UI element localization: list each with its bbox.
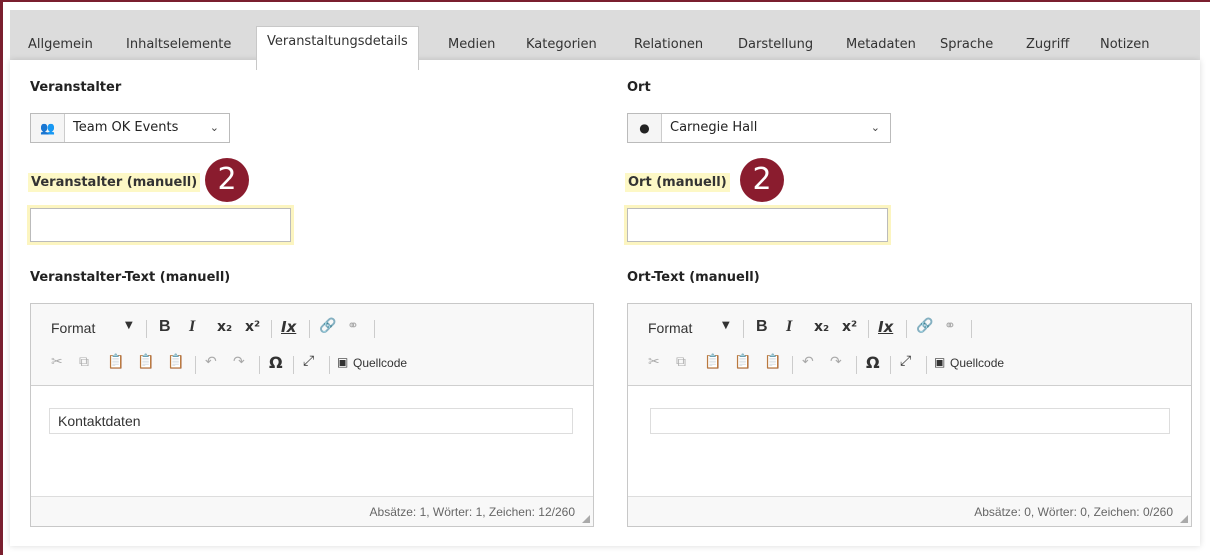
bold-button[interactable]: B	[159, 318, 171, 336]
special-char-button[interactable]: Ω	[269, 353, 283, 372]
subscript-button[interactable]: x₂	[814, 319, 829, 335]
paste-text-icon[interactable]: 📋	[734, 354, 751, 370]
veranstalter-text-editor[interactable]: Format ▼ B I x₂ x² Ix 🔗 ⚭ ✂ ⧉ 📋 📋 📋 ↶ ↷ …	[30, 303, 594, 527]
editor-statusbar: Absätze: 0, Wörter: 0, Zeichen: 0/260	[628, 496, 1191, 526]
subscript-button[interactable]: x₂	[217, 319, 232, 335]
word-count: Absätze: 1, Wörter: 1, Zeichen: 12/260	[369, 505, 575, 519]
format-dropdown[interactable]: Format	[648, 320, 692, 336]
editor-statusbar: Absätze: 1, Wörter: 1, Zeichen: 12/260	[31, 496, 593, 526]
resize-handle[interactable]	[1180, 515, 1188, 523]
bold-button[interactable]: B	[756, 318, 768, 336]
maximize-icon[interactable]: ⤢	[303, 353, 314, 369]
veranstalter-select[interactable]: 👥 Team OK Events ⌄	[30, 113, 230, 143]
source-button[interactable]: Quellcode	[353, 356, 407, 370]
paste-text-icon[interactable]: 📋	[137, 354, 154, 370]
editor-toolbar: Format ▼ B I x₂ x² Ix 🔗 ⚭ ✂ ⧉ 📋 📋 📋 ↶ ↷ …	[628, 304, 1191, 386]
chevron-down-icon: ▼	[722, 320, 730, 331]
step-badge: 2	[740, 158, 784, 202]
copy-icon[interactable]: ⧉	[676, 354, 686, 370]
editor-content[interactable]: Kontaktdaten	[49, 408, 573, 434]
tab-kategorien[interactable]: Kategorien	[526, 34, 597, 56]
remove-format-button[interactable]: Ix	[878, 318, 893, 336]
veranstalter-text-label: Veranstalter-Text (manuell)	[30, 270, 231, 285]
veranstalter-manuell-input[interactable]	[30, 208, 291, 242]
resize-handle[interactable]	[582, 515, 590, 523]
ort-manuell-input[interactable]	[627, 208, 888, 242]
unlink-icon[interactable]: ⚭	[944, 318, 956, 334]
superscript-button[interactable]: x²	[842, 319, 857, 335]
tab-notizen[interactable]: Notizen	[1100, 34, 1149, 56]
ort-label: Ort	[627, 80, 651, 95]
special-char-button[interactable]: Ω	[866, 353, 880, 372]
tab-zugriff[interactable]: Zugriff	[1026, 34, 1069, 56]
word-count: Absätze: 0, Wörter: 0, Zeichen: 0/260	[974, 505, 1173, 519]
redo-icon[interactable]: ↷	[233, 354, 245, 370]
paste-icon[interactable]: 📋	[704, 354, 721, 370]
paste-icon[interactable]: 📋	[107, 354, 124, 370]
redo-icon[interactable]: ↷	[830, 354, 842, 370]
editor-content[interactable]	[650, 408, 1170, 434]
remove-format-button[interactable]: Ix	[281, 318, 296, 336]
tab-sprache[interactable]: Sprache	[940, 34, 993, 56]
chevron-down-icon: ⌄	[209, 121, 219, 134]
paste-word-icon[interactable]: 📋	[167, 354, 184, 370]
veranstalter-manuell-label: Veranstalter (manuell)	[28, 173, 201, 192]
link-icon[interactable]: 🔗	[916, 318, 933, 334]
copy-icon[interactable]: ⧉	[79, 354, 89, 370]
source-button[interactable]: Quellcode	[950, 356, 1004, 370]
source-icon: ▣	[934, 355, 946, 369]
paste-word-icon[interactable]: 📋	[764, 354, 781, 370]
map-marker-icon: ●	[628, 114, 662, 142]
italic-button[interactable]: I	[189, 318, 195, 336]
step-badge: 2	[205, 158, 249, 202]
cut-icon[interactable]: ✂	[648, 354, 660, 370]
ort-manuell-label: Ort (manuell)	[625, 173, 730, 192]
tab-allgemein[interactable]: Allgemein	[28, 34, 93, 56]
format-dropdown[interactable]: Format	[51, 320, 95, 336]
tab-relationen[interactable]: Relationen	[634, 34, 703, 56]
editor-toolbar: Format ▼ B I x₂ x² Ix 🔗 ⚭ ✂ ⧉ 📋 📋 📋 ↶ ↷ …	[31, 304, 593, 386]
ort-text-editor[interactable]: Format ▼ B I x₂ x² Ix 🔗 ⚭ ✂ ⧉ 📋 📋 📋 ↶ ↷ …	[627, 303, 1192, 527]
undo-icon[interactable]: ↶	[802, 354, 814, 370]
ort-select-value: Carnegie Hall	[670, 120, 758, 135]
tab-darstellung[interactable]: Darstellung	[738, 34, 813, 56]
ort-select[interactable]: ● Carnegie Hall ⌄	[627, 113, 891, 143]
tab-veranstaltungsdetails[interactable]: Veranstaltungsdetails	[256, 26, 419, 70]
chevron-down-icon: ⌄	[870, 121, 880, 134]
source-icon: ▣	[337, 355, 349, 369]
superscript-button[interactable]: x²	[245, 319, 260, 335]
chevron-down-icon: ▼	[125, 320, 133, 331]
tab-medien[interactable]: Medien	[448, 34, 495, 56]
veranstalter-select-value: Team OK Events	[73, 120, 179, 135]
undo-icon[interactable]: ↶	[205, 354, 217, 370]
unlink-icon[interactable]: ⚭	[347, 318, 359, 334]
maximize-icon[interactable]: ⤢	[900, 353, 911, 369]
link-icon[interactable]: 🔗	[319, 318, 336, 334]
veranstalter-label: Veranstalter	[30, 80, 122, 95]
cut-icon[interactable]: ✂	[51, 354, 63, 370]
tab-inhaltselemente[interactable]: Inhaltselemente	[126, 34, 231, 56]
italic-button[interactable]: I	[786, 318, 792, 336]
users-icon: 👥	[31, 114, 65, 142]
tab-metadaten[interactable]: Metadaten	[846, 34, 916, 56]
ort-text-label: Ort-Text (manuell)	[627, 270, 760, 285]
